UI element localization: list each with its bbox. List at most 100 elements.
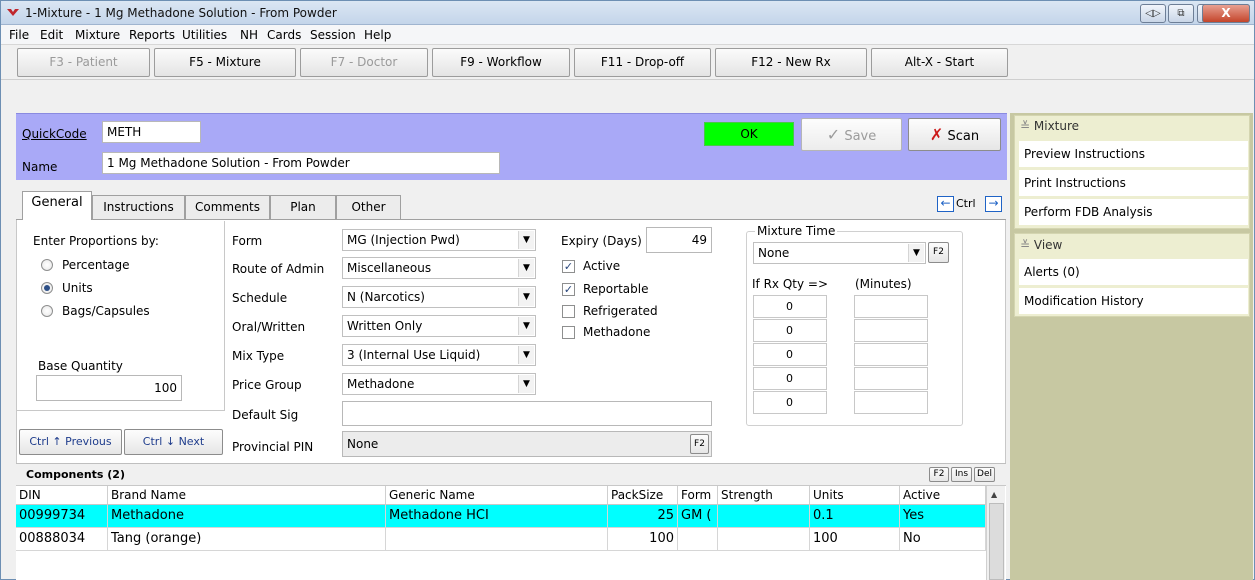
view-group-title[interactable]: ≚ View — [1020, 238, 1062, 252]
mixture-time-f2-button[interactable]: F2 — [928, 242, 949, 263]
form-select[interactable]: MG (Injection Pwd) ▼ — [342, 229, 536, 251]
scan-button[interactable]: ✗ Scan — [908, 118, 1001, 151]
mixture-group-title[interactable]: ≚ Mixture — [1020, 119, 1079, 133]
col-generic-name[interactable]: Generic Name — [386, 486, 608, 505]
menu-session[interactable]: Session — [310, 28, 356, 42]
modification-history-link[interactable]: Modification History — [1019, 288, 1248, 314]
col-active[interactable]: Active — [900, 486, 986, 505]
view-group: ≚ View Alerts (0) Modification History — [1014, 233, 1250, 317]
mixture-group-label: Mixture — [1033, 119, 1080, 133]
price-group-select[interactable]: Methadone ▼ — [342, 373, 536, 395]
minutes-input-1[interactable] — [854, 295, 928, 318]
components-delete-button[interactable]: Del — [974, 467, 995, 482]
menu-reports[interactable]: Reports — [129, 28, 175, 42]
f11-dropoff-button[interactable]: F11 - Drop-off — [574, 48, 711, 77]
methadone-checkbox[interactable] — [562, 326, 575, 339]
radio-bags-capsules[interactable] — [41, 305, 53, 317]
refrigerated-checkbox[interactable] — [562, 305, 575, 318]
rx-qty-input-1[interactable]: 0 — [753, 295, 827, 318]
minutes-input-3[interactable] — [854, 343, 928, 366]
tab-plan[interactable]: Plan — [270, 195, 336, 219]
mix-type-select[interactable]: 3 (Internal Use Liquid) ▼ — [342, 344, 536, 366]
rx-qty-input-3[interactable]: 0 — [753, 343, 827, 366]
expiry-input[interactable]: 49 — [646, 227, 712, 253]
col-brand-name[interactable]: Brand Name — [108, 486, 386, 505]
tab-general[interactable]: General — [22, 191, 92, 220]
pin-f2-button[interactable]: F2 — [690, 434, 709, 454]
arrow-right-icon[interactable]: → — [985, 196, 1002, 212]
tab-other[interactable]: Other — [336, 195, 401, 219]
rx-qty-input-2[interactable]: 0 — [753, 319, 827, 342]
status-indicator: OK — [704, 122, 794, 146]
cell-active: Yes — [900, 505, 986, 528]
menu-bar: File Edit Mixture Reports Utilities NH C… — [1, 25, 1254, 45]
previous-button[interactable]: Ctrl ↑ Previous — [19, 429, 122, 455]
next-button[interactable]: Ctrl ↓ Next — [124, 429, 223, 455]
rx-qty-input-5[interactable]: 0 — [753, 391, 827, 414]
scroll-up-icon[interactable]: ▲ — [991, 490, 997, 499]
default-sig-input[interactable] — [342, 401, 712, 426]
col-units[interactable]: Units — [810, 486, 900, 505]
route-select[interactable]: Miscellaneous ▼ — [342, 257, 536, 279]
table-scrollbar[interactable]: ▲ — [986, 486, 1005, 580]
col-strength[interactable]: Strength — [718, 486, 810, 505]
menu-file[interactable]: File — [9, 28, 29, 42]
table-row[interactable]: 00999734 Methadone Methadone HCI 25 GM (… — [16, 505, 986, 528]
close-button[interactable]: X — [1202, 4, 1250, 23]
mixture-time-select[interactable]: None ▼ — [753, 242, 926, 264]
alerts-link[interactable]: Alerts (0) — [1019, 259, 1248, 285]
f7-doctor-button[interactable]: F7 - Doctor — [300, 48, 428, 77]
preview-instructions-link[interactable]: Preview Instructions — [1019, 141, 1248, 167]
tab-instructions[interactable]: Instructions — [92, 195, 185, 219]
cell-units: 0.1 — [810, 505, 900, 528]
menu-edit[interactable]: Edit — [40, 28, 63, 42]
base-quantity-input[interactable]: 100 — [36, 375, 182, 401]
quickcode-input[interactable]: METH — [102, 121, 201, 143]
cell-brand: Methadone — [108, 505, 386, 528]
f5-mixture-button[interactable]: F5 - Mixture — [154, 48, 296, 77]
perform-fdb-analysis-link[interactable]: Perform FDB Analysis — [1019, 199, 1248, 225]
active-label: Active — [583, 259, 621, 273]
cell-units: 100 — [810, 528, 900, 551]
cell-din: 00888034 — [16, 528, 108, 551]
altx-start-button[interactable]: Alt-X - Start — [871, 48, 1008, 77]
minutes-input-4[interactable] — [854, 367, 928, 390]
name-input[interactable]: 1 Mg Methadone Solution - From Powder — [102, 152, 500, 174]
save-button[interactable]: ✓ Save — [801, 118, 902, 151]
reportable-checkbox[interactable]: ✓ — [562, 283, 575, 296]
f9-workflow-button[interactable]: F9 - Workflow — [432, 48, 570, 77]
radio-percentage[interactable] — [41, 259, 53, 271]
menu-nh[interactable]: NH — [240, 28, 258, 42]
components-insert-button[interactable]: Ins — [951, 467, 972, 482]
oral-written-select[interactable]: Written Only ▼ — [342, 315, 536, 337]
active-checkbox[interactable]: ✓ — [562, 260, 575, 273]
price-group-label: Price Group — [232, 378, 302, 392]
menu-cards[interactable]: Cards — [267, 28, 301, 42]
minutes-input-2[interactable] — [854, 319, 928, 342]
minutes-input-5[interactable] — [854, 391, 928, 414]
f12-newrx-button[interactable]: F12 - New Rx — [715, 48, 867, 77]
rx-qty-input-4[interactable]: 0 — [753, 367, 827, 390]
print-instructions-link[interactable]: Print Instructions — [1019, 170, 1248, 196]
tab-comments[interactable]: Comments — [185, 195, 270, 219]
arrow-left-icon[interactable]: ← — [937, 196, 954, 212]
col-packsize[interactable]: PackSize — [608, 486, 678, 505]
col-din[interactable]: DIN — [16, 486, 108, 505]
chevron-down-icon: ▼ — [518, 317, 534, 335]
window-restore-icon-button[interactable]: ⧉ — [1168, 4, 1194, 23]
menu-mixture[interactable]: Mixture — [75, 28, 120, 42]
cell-din: 00999734 — [16, 505, 108, 528]
menu-utilities[interactable]: Utilities — [182, 28, 227, 42]
radio-units[interactable] — [41, 282, 53, 294]
save-label: Save — [844, 129, 877, 144]
components-f2-button[interactable]: F2 — [929, 467, 949, 482]
scrollbar-thumb[interactable] — [989, 503, 1004, 580]
table-row[interactable]: 00888034 Tang (orange) 100 100 No — [16, 528, 986, 551]
menu-help[interactable]: Help — [364, 28, 391, 42]
oral-written-value: Written Only — [347, 319, 423, 333]
schedule-select[interactable]: N (Narcotics) ▼ — [342, 286, 536, 308]
window-extra-button[interactable]: ◁▷ — [1140, 4, 1166, 23]
col-form[interactable]: Form — [678, 486, 718, 505]
f3-patient-button[interactable]: F3 - Patient — [17, 48, 150, 77]
provincial-pin-input[interactable]: None — [342, 431, 712, 457]
